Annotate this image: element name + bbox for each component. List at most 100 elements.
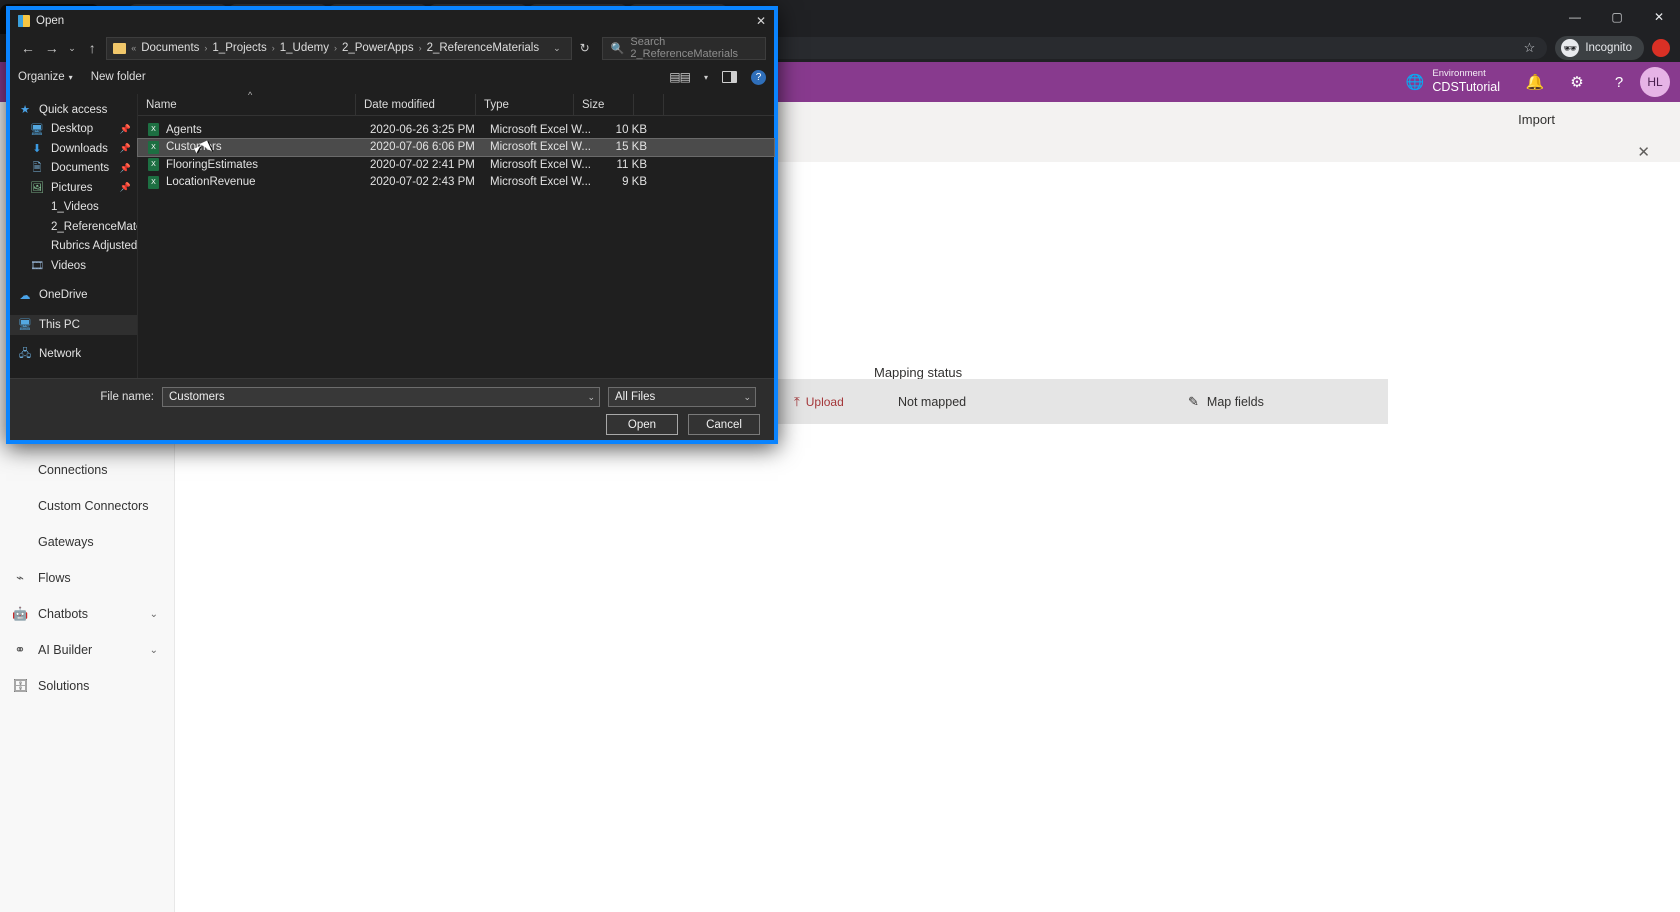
tree-item-downloads[interactable]: ⬇ Downloads 📌 <box>10 139 137 159</box>
breadcrumb-item[interactable]: 1_Udemy <box>280 42 329 54</box>
breadcrumb-separator: › <box>418 43 422 53</box>
chevron-down-icon[interactable]: ⌄ <box>150 609 174 620</box>
tree-item-videos[interactable]: 🎞 Videos <box>10 256 137 276</box>
column-header-type[interactable]: Type <box>476 93 574 116</box>
upload-button[interactable]: ⤒ Upload <box>794 394 874 410</box>
explorer-icon <box>18 15 30 27</box>
file-row[interactable]: X LocationRevenue 2020-07-02 2:43 PM Mic… <box>138 174 774 192</box>
incognito-indicator[interactable]: 🕶 Incognito <box>1555 36 1644 60</box>
sidebar-item-solutions[interactable]: 🗄 Solutions <box>0 668 174 704</box>
sidebar-item-gateways[interactable]: Gateways <box>0 524 174 560</box>
dialog-close-icon[interactable]: ✕ <box>756 14 766 28</box>
sidebar-item-connections[interactable]: Connections <box>0 452 174 488</box>
sidebar-item-custom-connectors[interactable]: Custom Connectors <box>0 488 174 524</box>
sidebar-item-chatbots[interactable]: 🤖 Chatbots ⌄ <box>0 596 174 632</box>
close-window-button[interactable]: ✕ <box>1638 10 1680 24</box>
folder-icon <box>113 42 127 54</box>
column-header-date-modified[interactable]: Date modified <box>356 93 476 116</box>
file-row[interactable]: X FlooringEstimates 2020-07-02 2:41 PM M… <box>138 156 774 174</box>
file-name: Customers <box>166 141 222 154</box>
tree-item-label: 2_ReferenceMateria <box>51 220 137 233</box>
organize-label: Organize <box>18 71 65 83</box>
pin-icon[interactable]: 📌 <box>120 143 137 154</box>
incognito-icon: 🕶 <box>1561 39 1580 57</box>
bookmark-star-icon[interactable]: ☆ <box>1518 40 1536 56</box>
import-button[interactable]: Import <box>1518 112 1555 127</box>
question-icon[interactable]: ? <box>1598 62 1640 102</box>
breadcrumb-separator: › <box>204 43 208 53</box>
chevron-down-icon[interactable]: ⌄ <box>547 43 567 54</box>
sidebar-item-ai-builder[interactable]: ⚭ AI Builder ⌄ <box>0 632 174 668</box>
breadcrumb-item[interactable]: 1_Projects <box>212 42 266 54</box>
breadcrumb-item[interactable]: 2_PowerApps <box>342 42 414 54</box>
up-icon[interactable]: ↑ <box>82 36 102 60</box>
tree-item-rubrics-adjusted[interactable]: Rubrics Adjusted <box>10 237 137 257</box>
tree-item-network[interactable]: 🖧 Network <box>10 345 137 365</box>
refresh-icon[interactable]: ↻ <box>576 41 594 55</box>
filename-input[interactable]: Customers ⌄ <box>162 387 600 407</box>
preview-pane-icon[interactable] <box>722 71 737 83</box>
file-row[interactable]: X Customers 2020-07-06 6:06 PM Microsoft… <box>137 137 775 157</box>
filename-row: File name: Customers ⌄ All Files ⌄ <box>10 379 774 409</box>
status-badge: Not mapped <box>898 394 967 409</box>
profile-avatar[interactable] <box>1652 39 1670 57</box>
chevron-down-icon[interactable]: ⌄ <box>587 392 595 403</box>
back-icon[interactable]: ← <box>18 36 38 60</box>
column-header-end <box>634 93 664 116</box>
tree-item-1-videos[interactable]: 1_Videos <box>10 198 137 218</box>
maximize-button[interactable]: ▢ <box>1596 10 1638 24</box>
breadcrumb-separator: › <box>271 43 275 53</box>
help-icon[interactable]: ? <box>751 69 766 85</box>
tree-item-pictures[interactable]: 🖼 Pictures 📌 <box>10 178 137 198</box>
sidebar-item-label: Solutions <box>38 679 90 693</box>
tree-item-2-reference-materials[interactable]: 2_ReferenceMateria <box>10 217 137 237</box>
chevron-down-icon[interactable]: ⌄ <box>150 645 174 656</box>
gear-icon[interactable]: ⚙ <box>1556 62 1598 102</box>
onedrive-icon: ☁ <box>19 289 31 302</box>
dialog-footer: File name: Customers ⌄ All Files ⌄ Open … <box>10 378 774 440</box>
bell-icon[interactable]: 🔔 <box>1514 62 1556 102</box>
map-fields-button[interactable]: ✎ Map fields <box>1188 394 1264 410</box>
search-input[interactable]: 🔍 Search 2_ReferenceMaterials <box>601 36 766 60</box>
view-list-icon[interactable]: ▤▤ <box>669 70 691 84</box>
sidebar-item-flows[interactable]: ⌁ Flows <box>0 560 174 596</box>
tree-item-desktop[interactable]: 🖥 Desktop 📌 <box>10 120 137 140</box>
recent-locations-icon[interactable]: ⌄ <box>66 36 79 60</box>
pin-icon[interactable]: 📌 <box>120 124 137 135</box>
chevron-down-icon[interactable]: ▾ <box>704 73 708 82</box>
tree-item-onedrive[interactable]: ☁ OneDrive <box>10 286 137 306</box>
file-date: 2020-07-06 6:06 PM <box>370 141 475 154</box>
tree-item-quick-access[interactable]: ★ Quick access <box>10 100 137 120</box>
new-folder-button[interactable]: New folder <box>91 71 146 83</box>
chevron-down-icon[interactable]: ⌄ <box>743 392 751 403</box>
videos-icon: 🎞 <box>30 260 44 273</box>
tree-item-documents[interactable]: 🗎 Documents 📌 <box>10 159 137 179</box>
pin-icon[interactable]: 📌 <box>120 163 137 174</box>
breadcrumb-item[interactable]: 2_ReferenceMaterials <box>427 42 540 54</box>
column-header-name[interactable]: Name <box>138 93 356 116</box>
breadcrumb-separator: › <box>333 43 337 53</box>
breadcrumb-item[interactable]: Documents <box>141 42 199 54</box>
excel-icon: X <box>148 140 159 154</box>
minimize-button[interactable]: — <box>1554 10 1596 24</box>
sidebar-item-label: Chatbots <box>38 607 89 621</box>
file-row[interactable]: X Agents 2020-06-26 3:25 PM Microsoft Ex… <box>138 121 774 139</box>
dialog-title: Open <box>36 15 65 27</box>
tree-item-label: Documents <box>51 162 110 175</box>
filetype-select[interactable]: All Files ⌄ <box>608 387 756 407</box>
documents-icon: 🗎 <box>32 161 42 174</box>
avatar[interactable]: HL <box>1640 67 1670 97</box>
organize-button[interactable]: Organize ▾ <box>18 71 73 83</box>
environment-selector[interactable]: 🌐 Environment CDSTutorial <box>1406 62 1500 102</box>
column-header-size[interactable]: Size <box>574 93 634 116</box>
open-button[interactable]: Open <box>606 414 678 435</box>
pin-icon[interactable]: 📌 <box>120 182 137 193</box>
tree-item-this-pc[interactable]: 🖥 This PC <box>10 315 137 335</box>
sidebar-item-label: Flows <box>38 571 71 585</box>
file-date: 2020-07-02 2:43 PM <box>370 176 475 189</box>
forward-icon[interactable]: → <box>42 36 62 60</box>
breadcrumb[interactable]: « Documents › 1_Projects › 1_Udemy › 2_P… <box>106 36 572 60</box>
screen: ✕ ✕ ✦ FirstApp1 ✕ X Agents.xlsx ✕ ☁ Powe… <box>0 0 1680 912</box>
cancel-button[interactable]: Cancel <box>688 414 760 435</box>
close-panel-icon[interactable]: ✕ <box>1637 143 1650 161</box>
